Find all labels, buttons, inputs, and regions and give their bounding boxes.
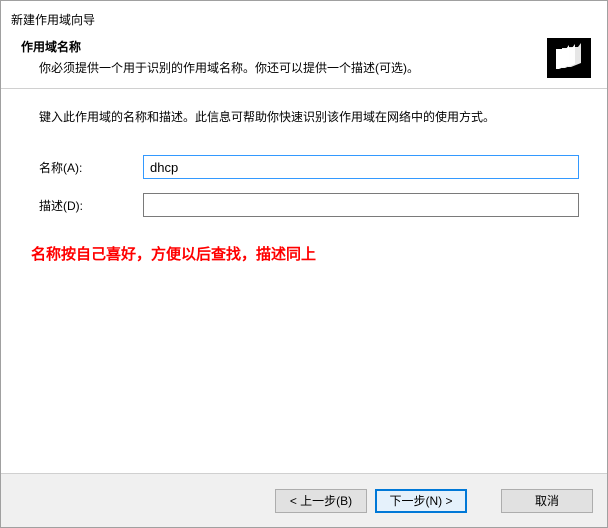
- name-input[interactable]: [143, 155, 579, 179]
- next-button[interactable]: 下一步(N) >: [375, 489, 467, 513]
- description-label: 描述(D):: [39, 197, 143, 214]
- name-row: 名称(A):: [39, 155, 579, 179]
- header-subtitle: 你必须提供一个用于识别的作用域名称。你还可以提供一个描述(可选)。: [39, 59, 537, 76]
- annotation-text: 名称按自己喜好，方便以后查找，描述同上: [31, 243, 579, 264]
- wizard-footer: < 上一步(B) 下一步(N) > 取消: [1, 473, 607, 527]
- window-title: 新建作用域向导: [11, 11, 597, 28]
- header-text: 作用域名称 你必须提供一个用于识别的作用域名称。你还可以提供一个描述(可选)。: [21, 38, 537, 76]
- wizard-content: 键入此作用域的名称和描述。此信息可帮助你快速识别该作用域在网络中的使用方式。 名…: [1, 90, 607, 473]
- wizard-window: 新建作用域向导 作用域名称 你必须提供一个用于识别的作用域名称。你还可以提供一个…: [0, 0, 608, 528]
- back-button[interactable]: < 上一步(B): [275, 489, 367, 513]
- cancel-button[interactable]: 取消: [501, 489, 593, 513]
- header-title: 作用域名称: [21, 38, 537, 55]
- description-row: 描述(D):: [39, 193, 579, 217]
- wizard-header: 作用域名称 你必须提供一个用于识别的作用域名称。你还可以提供一个描述(可选)。: [1, 30, 607, 88]
- name-label: 名称(A):: [39, 159, 143, 176]
- title-area: 新建作用域向导: [1, 1, 607, 30]
- files-icon: [547, 38, 591, 78]
- description-input[interactable]: [143, 193, 579, 217]
- intro-text: 键入此作用域的名称和描述。此信息可帮助你快速识别该作用域在网络中的使用方式。: [39, 108, 579, 125]
